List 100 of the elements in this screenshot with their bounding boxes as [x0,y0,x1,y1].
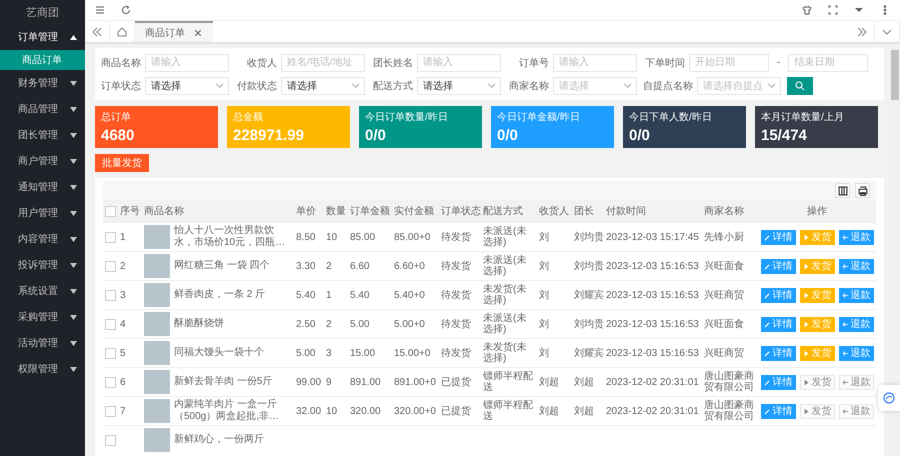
print-button[interactable] [855,183,870,198]
pencil-icon [764,292,770,298]
sidebar-item[interactable]: 系统设置 [0,278,85,304]
sidebar-item[interactable]: 用户管理 [0,200,85,226]
table-cell: 891.00+0 [394,376,436,388]
refresh-icon[interactable] [121,5,131,15]
detail-button[interactable]: 详情 [760,230,796,244]
sidebar-item[interactable]: 财务管理 [0,70,85,96]
row-checkbox[interactable] [105,406,116,416]
batch-ship-button[interactable]: 批量发货 [95,154,149,172]
select-field[interactable]: 请选择 [553,76,637,94]
row-checkbox[interactable] [105,318,116,330]
table-cell: 5.00 [350,318,370,330]
select-field[interactable]: 请选择 [145,76,229,94]
refund-button[interactable]: 退款 [838,258,874,274]
refund-button[interactable]: 退款 [838,316,874,332]
detail-button[interactable]: 详情 [760,288,796,302]
menu-icon[interactable] [95,5,105,15]
table-cell: 6 [120,376,126,388]
fullscreen-icon[interactable] [828,5,838,15]
shirt-icon[interactable] [802,5,812,15]
table-cell: 1 [326,290,332,300]
app-logo: 艺商团 [25,6,60,20]
sidebar-item[interactable]: 权限管理 [0,356,85,382]
page-tab[interactable]: 商品订单 [135,21,213,42]
table-cell: 2 [120,260,126,272]
row-checkbox[interactable] [105,232,116,242]
home-icon[interactable] [117,26,127,36]
sidebar-subitem[interactable]: 商品订单 [0,50,85,70]
column-header: 单价 [296,206,316,217]
input-field[interactable]: 请输入 [145,54,229,72]
table-cell: 唐山图豪商贸有限公司 [704,371,754,393]
product-name: 同福大馒头一袋十个 [174,347,265,359]
photo-placeholder [144,312,170,336]
field-label: 收货人 [246,56,277,70]
arrow-left-icon [842,350,848,356]
input-field[interactable]: 姓名/电话/地址 [281,54,365,72]
sidebar-item[interactable]: 商品管理 [0,96,85,122]
double-left-icon[interactable] [92,26,102,36]
sidebar-item[interactable]: 订单管理 [0,24,85,50]
input-field[interactable]: 结束日期 [788,54,868,72]
double-right-icon[interactable] [857,26,867,36]
sidebar-item[interactable]: 活动管理 [0,330,85,356]
dropdown-caret-icon[interactable] [854,5,864,15]
column-header: 操作 [807,206,827,217]
floating-button[interactable] [878,385,900,411]
table-cell: 5.40 [350,290,370,300]
table-cell: 已提货 [441,406,471,416]
sidebar-item[interactable]: 通知管理 [0,174,85,200]
input-field[interactable]: 开始日期 [689,54,769,72]
select-field[interactable]: 请选择自提点 [697,76,781,94]
play-icon [802,378,810,386]
row-checkbox[interactable] [105,348,116,358]
sidebar-item[interactable]: 团长管理 [0,122,85,148]
play-icon [802,350,810,356]
column-header: 付款时间 [606,206,646,217]
input-field[interactable]: 请输入 [417,54,501,72]
search-button[interactable] [787,76,813,94]
pencil-icon [764,320,770,328]
detail-button[interactable]: 详情 [760,346,796,360]
table-cell: 刘均贵 [574,318,604,330]
refund-button[interactable]: 退款 [838,288,874,302]
column-header: 商品名称 [144,206,184,217]
table-cell: 6.60+0 [394,260,425,272]
caret-icon [488,83,495,88]
table-cell: 5.40 [296,290,316,300]
row-checkbox[interactable] [105,376,116,388]
sidebar-item[interactable]: 内容管理 [0,226,85,252]
photo-placeholder [144,254,170,278]
input-field[interactable]: 请输入 [553,54,637,72]
select-field[interactable]: 请选择 [281,76,365,94]
caret-icon [624,83,631,88]
table-cell: 3 [326,348,332,358]
column-header: 收货人 [539,206,569,217]
row-checkbox[interactable] [105,434,116,446]
detail-button[interactable]: 详情 [760,258,796,274]
table-cell: 4 [120,318,126,330]
select-field[interactable]: 请选择 [417,76,501,94]
chevron-down-icon[interactable] [882,26,892,36]
refund-button[interactable]: 退款 [838,230,874,244]
row-checkbox[interactable] [105,260,116,272]
columns-button[interactable] [835,183,850,198]
sidebar-item[interactable]: 投诉管理 [0,252,85,278]
field-label: 商品名称 [100,56,141,70]
sidebar-item[interactable]: 采购管理 [0,304,85,330]
sidebar-item[interactable]: 商户管理 [0,148,85,174]
table-cell: 2023-12-03 15:16:53 [606,290,699,300]
stat-value: 0/0 [365,127,387,144]
column-header: 订单状态 [441,206,481,217]
detail-button[interactable]: 详情 [760,374,796,390]
close-icon[interactable] [193,28,203,38]
select-all-checkbox[interactable] [105,206,116,216]
arrow-left-icon [842,234,848,240]
detail-button[interactable]: 详情 [760,316,796,332]
detail-button[interactable]: 详情 [760,404,796,418]
row-checkbox[interactable] [105,290,116,300]
refund-button[interactable]: 退款 [838,346,874,360]
table-cell: 10 [326,406,338,416]
table-cell: 未派送(未选择) [483,255,526,277]
table-cell: 镖师半程配送 [483,371,533,393]
